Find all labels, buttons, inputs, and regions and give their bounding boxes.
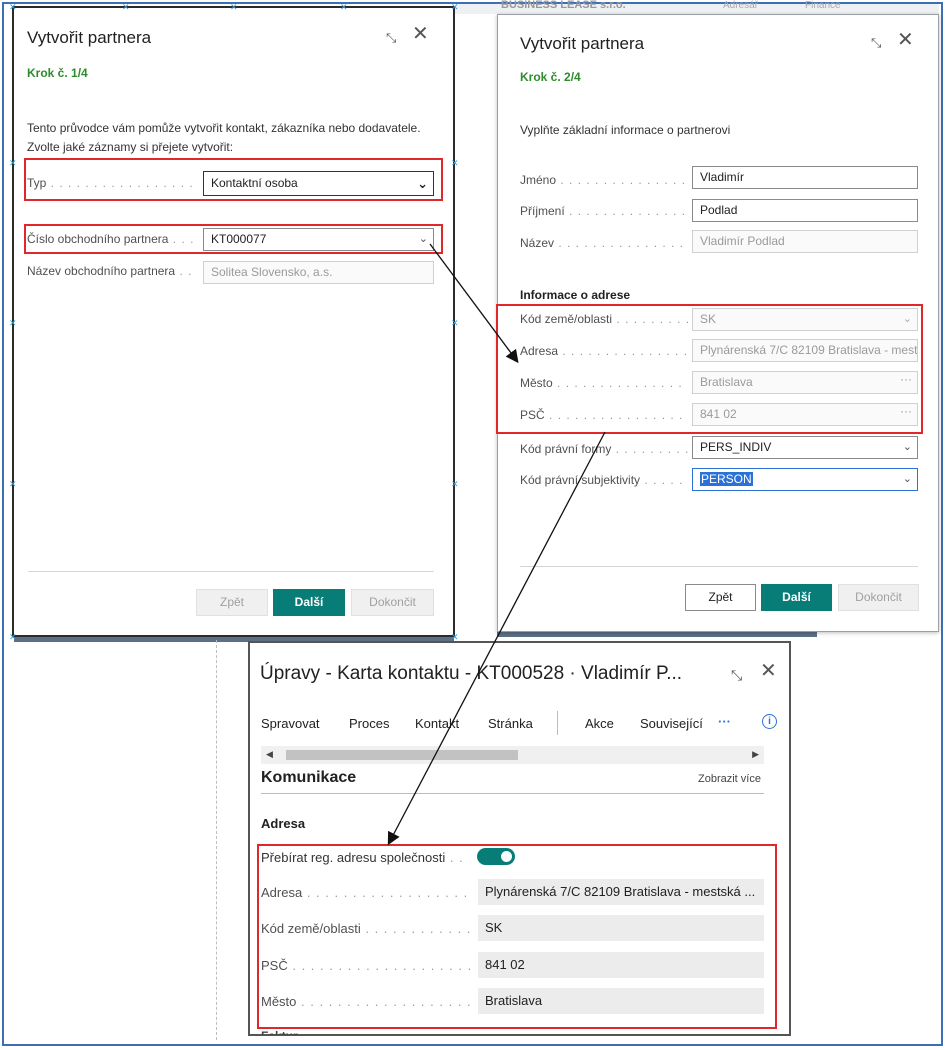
arrow-step2-to-card xyxy=(387,431,606,846)
arrow-step1-to-step2 xyxy=(429,243,519,364)
annotation-arrows xyxy=(387,243,606,846)
